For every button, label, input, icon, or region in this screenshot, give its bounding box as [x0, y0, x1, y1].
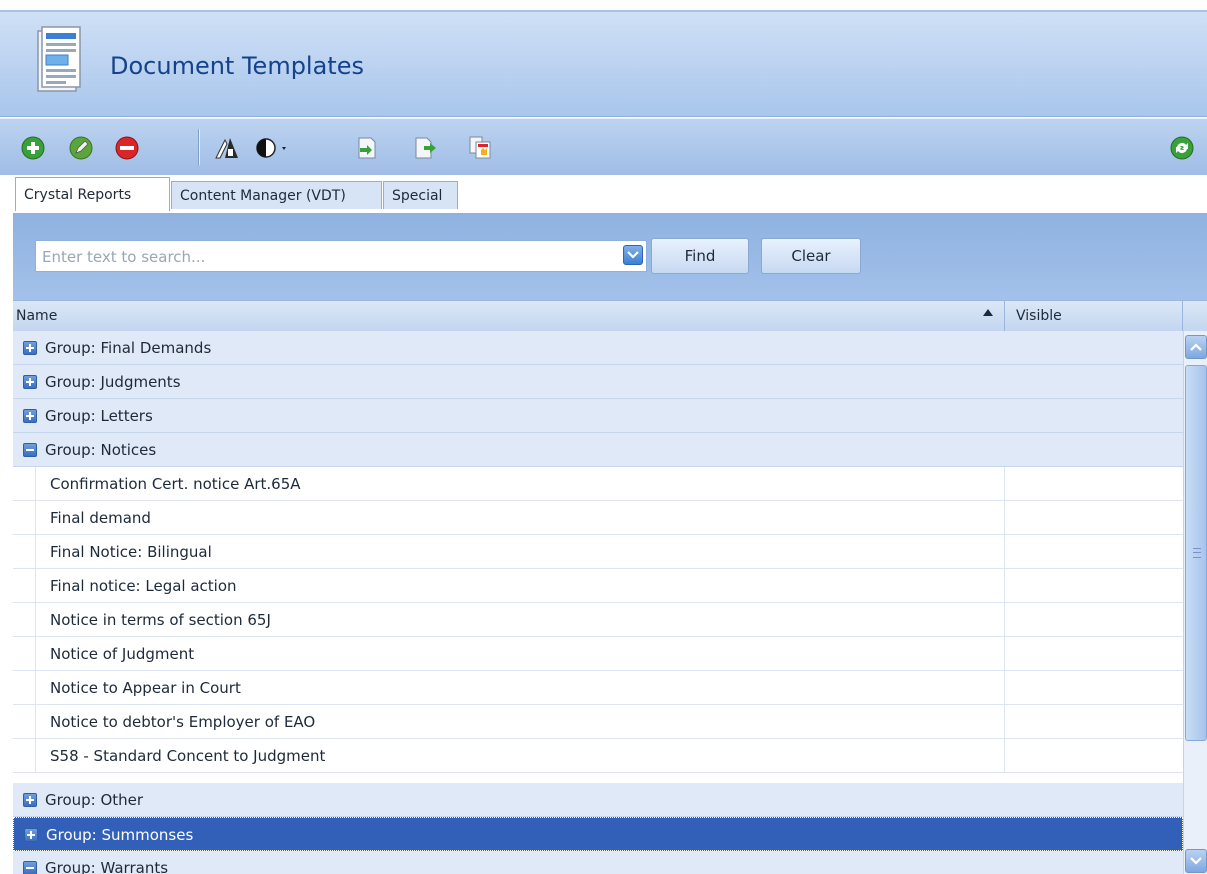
document-templates-icon [37, 26, 81, 92]
window-top-edge [0, 0, 1207, 12]
toolbar-separator [198, 129, 199, 165]
tab-strip: Crystal Reports Content Manager (VDT) Sp… [0, 175, 1207, 213]
designer-button[interactable] [212, 133, 242, 163]
refresh-button[interactable] [1167, 133, 1197, 163]
page-header: Document Templates [0, 12, 1207, 117]
expand-icon[interactable] [23, 341, 37, 355]
table-row[interactable]: Notice to debtor's Employer of EAO [13, 705, 1183, 739]
clear-button[interactable]: Clear [761, 238, 861, 274]
page-title: Document Templates [110, 52, 364, 80]
column-header-visible[interactable]: Visible [1005, 301, 1183, 331]
group-label: Group: Notices [45, 441, 157, 459]
grip-icon [1193, 548, 1201, 558]
group-label: Group: Warrants [45, 859, 169, 874]
vertical-scrollbar[interactable] [1183, 331, 1207, 874]
expand-icon[interactable] [23, 409, 37, 423]
table-row[interactable]: Notice to Appear in Court [13, 671, 1183, 705]
contrast-icon [256, 138, 286, 158]
expand-icon[interactable] [23, 375, 37, 389]
add-icon [21, 136, 45, 160]
visible-cell[interactable] [1005, 535, 1183, 569]
table-row[interactable]: Final notice: Legal action [13, 569, 1183, 603]
visible-cell[interactable] [1005, 603, 1183, 637]
export-button[interactable] [410, 133, 440, 163]
find-button[interactable]: Find [651, 238, 749, 274]
collapse-icon[interactable] [23, 861, 37, 874]
visible-cell[interactable] [1005, 671, 1183, 705]
search-panel: Find Clear [13, 213, 1207, 300]
template-name-cell: Final demand [35, 501, 1005, 535]
table-row[interactable]: Final Notice: Bilingual [13, 535, 1183, 569]
template-name-cell: Final notice: Legal action [35, 569, 1005, 603]
tab-content-manager[interactable]: Content Manager (VDT) [171, 181, 382, 209]
expand-icon[interactable] [24, 828, 38, 842]
add-button[interactable] [18, 133, 48, 163]
sort-ascending-icon [983, 309, 993, 316]
visible-cell[interactable] [1005, 739, 1183, 773]
group-row-other[interactable]: Group: Other [13, 783, 1183, 817]
group-label: Group: Judgments [45, 373, 181, 391]
group-row-final-demands[interactable]: Group: Final Demands [13, 331, 1183, 365]
group-row-judgments[interactable]: Group: Judgments [13, 365, 1183, 399]
collapse-icon[interactable] [23, 443, 37, 457]
export-icon [415, 137, 436, 159]
delete-button[interactable] [112, 133, 142, 163]
toolbar [0, 118, 1207, 176]
table-row[interactable]: Final demand [13, 501, 1183, 535]
table-row[interactable]: Notice in terms of section 65J [13, 603, 1183, 637]
group-row-notices[interactable]: Group: Notices [13, 433, 1183, 467]
contrast-dropdown[interactable] [252, 133, 296, 163]
preview-button[interactable] [466, 133, 496, 163]
tab-special[interactable]: Special [383, 181, 458, 209]
group-row-letters[interactable]: Group: Letters [13, 399, 1183, 433]
tab-crystal-reports[interactable]: Crystal Reports [15, 177, 170, 211]
group-label: Group: Other [45, 791, 144, 809]
visible-cell[interactable] [1005, 705, 1183, 739]
scrollbar-thumb[interactable] [1185, 365, 1207, 741]
search-input[interactable] [40, 243, 614, 271]
group-label: Group: Final Demands [45, 339, 212, 357]
delete-icon [115, 136, 139, 160]
visible-cell[interactable] [1005, 637, 1183, 671]
template-name-cell: Confirmation Cert. notice Art.65A [35, 467, 1005, 501]
import-icon [358, 137, 376, 159]
template-name-cell: S58 - Standard Concent to Judgment [35, 739, 1005, 773]
column-header-name[interactable]: Name [13, 301, 1005, 331]
group-row-summonses[interactable]: Group: Summonses [13, 817, 1183, 851]
table-row[interactable]: Confirmation Cert. notice Art.65A [13, 467, 1183, 501]
table-row[interactable]: S58 - Standard Concent to Judgment [13, 739, 1183, 773]
template-name-cell: Notice to debtor's Employer of EAO [35, 705, 1005, 739]
search-box [35, 240, 647, 272]
template-name-cell: Notice of Judgment [35, 637, 1005, 671]
grid-header: Name Visible [13, 300, 1207, 332]
table-row[interactable]: Notice of Judgment [13, 637, 1183, 671]
chevron-down-icon [627, 251, 639, 259]
chevron-down-icon [1190, 857, 1202, 865]
designer-icon [215, 138, 238, 159]
template-name-cell: Final Notice: Bilingual [35, 535, 1005, 569]
scroll-down-button[interactable] [1185, 849, 1207, 873]
group-label: Group: Summonses [46, 826, 194, 844]
template-name-cell: Notice to Appear in Court [35, 671, 1005, 705]
visible-cell[interactable] [1005, 467, 1183, 501]
search-history-dropdown[interactable] [623, 245, 643, 265]
template-grid: Group: Final Demands Group: Judgments Gr… [13, 331, 1183, 874]
visible-cell[interactable] [1005, 501, 1183, 535]
edit-icon [69, 136, 93, 160]
column-header-name-label: Name [16, 308, 58, 324]
visible-cell[interactable] [1005, 569, 1183, 603]
expand-icon[interactable] [23, 793, 37, 807]
preview-icon [469, 136, 491, 159]
refresh-icon [1170, 136, 1194, 160]
group-row-warrants[interactable]: Group: Warrants [13, 851, 1183, 874]
group-label: Group: Letters [45, 407, 153, 425]
import-button[interactable] [352, 133, 382, 163]
chevron-up-icon [1190, 343, 1202, 351]
scroll-up-button[interactable] [1185, 335, 1207, 359]
edit-button[interactable] [66, 133, 96, 163]
template-name-cell: Notice in terms of section 65J [35, 603, 1005, 637]
